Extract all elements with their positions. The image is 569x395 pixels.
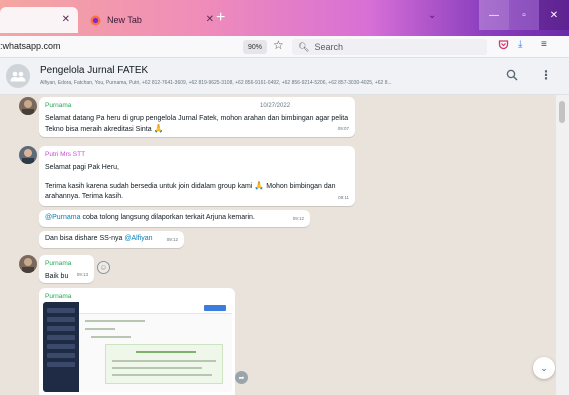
address-bar-url[interactable]: :whatsapp.com [0,41,61,51]
scrollbar-thumb[interactable] [559,101,565,123]
list-all-tabs-chevron-icon[interactable]: ⌄ [428,10,436,21]
praying-hands-emoji: 🙏 [153,124,164,133]
message-text: Selamat datang Pa heru di grup pengelola… [45,115,349,133]
thumbnail-sidebar [43,302,79,392]
message-bubble[interactable]: Dan bisa dishare SS-nya @Alfiyan 09:12 [39,231,184,248]
minimize-icon[interactable]: — [479,0,509,30]
group-members: Alfiyan, Edora, Fatchan, You, Purnama, P… [40,80,392,86]
message-bubble[interactable]: Putri Mrs STT Selamat pagi Pak Heru, Ter… [39,146,355,206]
chat-scrollbar[interactable] [556,95,569,395]
message-text: Dan bisa dishare SS-nya [45,235,123,242]
message-sender[interactable]: Purnama [45,292,229,302]
avatar[interactable] [19,97,37,115]
thumbnail-line [85,328,115,330]
message-bubble[interactable]: @Purnama coba tolong langsung dilaporkan… [39,210,310,227]
chat-menu-kebab-icon[interactable]: ⋮ [540,68,552,82]
window-close-icon[interactable]: ✕ [539,0,569,30]
search-placeholder: Search [314,42,343,52]
avatar[interactable] [19,146,37,164]
message-time: 09:13 [76,272,88,277]
chat-search-icon[interactable] [506,69,518,84]
mention-link[interactable]: @Purnama [45,214,81,221]
chevron-down-icon[interactable]: ⌄ [533,357,555,379]
message-bubble[interactable]: Purnama 10/27/2022 Selamat datang Pa her… [39,97,355,137]
thumbnail-button [204,305,226,311]
thumbnail-card [105,344,223,384]
forward-icon[interactable]: ➦ [235,371,248,384]
tab-whatsapp[interactable]: ✕ [0,7,78,33]
message-time: 09:12 [166,237,178,242]
maximize-icon[interactable]: ▫ [509,0,539,30]
message-time: 09:11 [338,195,349,200]
bookmark-star-icon[interactable]: ☆ [273,38,284,52]
message-time: 09:12 [292,216,304,221]
chat-messages-pane[interactable]: Purnama 10/27/2022 Selamat datang Pa her… [0,95,556,395]
downloads-icon[interactable]: ⤓ [518,39,522,50]
message-sender[interactable]: Purnama [45,259,88,269]
mention-link[interactable]: @Alfiyan [124,235,152,242]
smiley-icon[interactable]: ☺ [97,261,110,274]
pocket-icon[interactable] [498,39,509,53]
zoom-level-badge[interactable]: 90% [243,40,267,54]
message-bubble[interactable]: Purnama Baik bu 09:13 [39,255,94,283]
search-icon: 🔍︎ [298,41,310,52]
close-tab-icon[interactable]: ✕ [206,14,214,25]
tab-new-tab[interactable]: New Tab ✕ [82,7,222,33]
message-sender[interactable]: Putri Mrs STT [45,150,349,160]
message-greeting: Selamat pagi Pak Heru, [45,164,119,171]
search-box[interactable]: 🔍︎ Search [292,39,487,55]
navigation-bar: :whatsapp.com 90% ☆ 🔍︎ Search ⤓ ≡ [0,36,569,58]
thumbnail-line [85,320,145,322]
message-text: coba tolong langsung dilaporkan terkait … [82,214,255,221]
message-text: Terima kasih karena sudah bersedia untuk… [45,183,253,190]
avatar[interactable] [19,255,37,273]
message-sender[interactable]: Purnama [45,101,349,111]
hamburger-menu-icon[interactable]: ≡ [541,39,547,50]
firefox-icon [90,15,101,26]
screenshot-image[interactable] [43,302,232,392]
thumbnail-line [91,336,131,338]
chat-header[interactable]: Pengelola Jurnal FATEK Alfiyan, Edora, F… [0,58,569,95]
tab-title: New Tab [107,15,142,25]
image-message-bubble[interactable]: Purnama [39,288,235,395]
browser-tab-strip: ✕ New Tab ✕ + ⌄ — ▫ ✕ [0,0,569,36]
group-name: Pengelola Jurnal FATEK [40,65,149,76]
message-date: 10/27/2022 [260,103,291,109]
message-time: 09:07 [337,126,349,131]
whatsapp-icon [8,15,19,26]
close-tab-icon[interactable]: ✕ [62,14,70,25]
new-tab-plus-icon[interactable]: + [216,9,225,27]
praying-hands-emoji: 🙏 [254,181,265,190]
group-icon[interactable] [6,64,30,88]
message-text: Baik bu [45,273,69,280]
